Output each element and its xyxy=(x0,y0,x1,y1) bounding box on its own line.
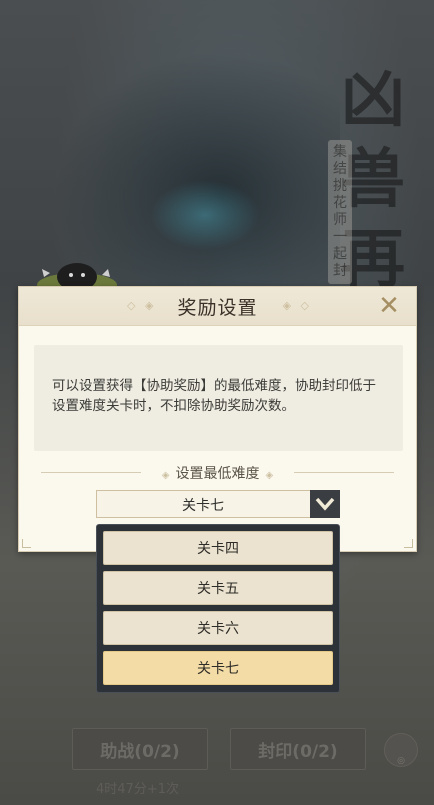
event-subtitle: 集结挑花师 一起封 xyxy=(328,140,352,284)
decor-diamond-icon: ◈ xyxy=(265,470,274,481)
dialog-title: 奖励设置 xyxy=(177,297,258,319)
assist-fight-button[interactable]: 助战(0/2) xyxy=(72,728,208,770)
option-level-4[interactable]: 关卡四 xyxy=(103,531,333,565)
chevron-down-icon[interactable] xyxy=(310,490,340,518)
option-level-7[interactable]: 关卡七 xyxy=(103,651,333,685)
min-difficulty-row: ◈ 设置最低难度 ◈ xyxy=(41,463,394,483)
cooldown-timer: 4时47分+1次 xyxy=(96,782,179,797)
min-difficulty-label: 设置最低难度 xyxy=(175,466,260,482)
difficulty-select[interactable]: 关卡七 xyxy=(96,490,340,518)
difficulty-select-value: 关卡七 xyxy=(182,498,224,514)
divider xyxy=(294,472,394,473)
corner-decor xyxy=(404,539,413,548)
difficulty-dropdown: 关卡四 关卡五 关卡六 关卡七 xyxy=(96,524,340,693)
decor-diamond-icon: ◈ xyxy=(161,470,170,481)
decor-diamond-icon: ◈ ◇ xyxy=(282,299,312,312)
dialog-header: ◇ ◈ 奖励设置 ◈ ◇ ✕ xyxy=(19,287,416,326)
side-menu-icon[interactable]: ◎ xyxy=(384,733,418,767)
seal-button[interactable]: 封印(0/2) xyxy=(230,728,366,770)
option-level-6[interactable]: 关卡六 xyxy=(103,611,333,645)
close-icon[interactable]: ✕ xyxy=(376,293,402,319)
description-text: 可以设置获得【协助奖励】的最低难度，协助封印低于设置难度关卡时，不扣除协助奖励次… xyxy=(52,378,376,414)
corner-decor xyxy=(22,539,31,548)
description-box: 可以设置获得【协助奖励】的最低难度，协助封印低于设置难度关卡时，不扣除协助奖励次… xyxy=(34,345,403,451)
option-level-5[interactable]: 关卡五 xyxy=(103,571,333,605)
background-glow xyxy=(150,180,260,250)
